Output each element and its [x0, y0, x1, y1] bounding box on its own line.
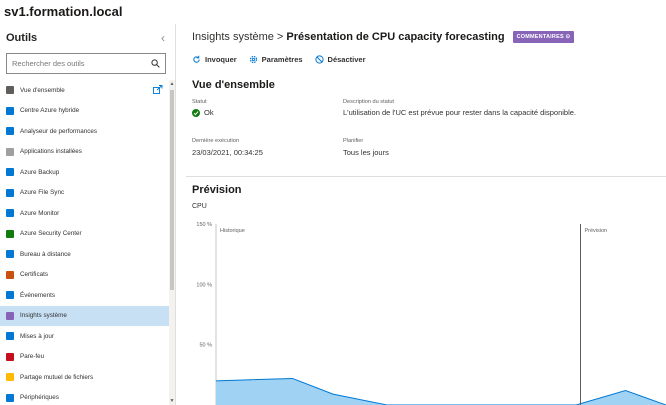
open-in-window-icon[interactable] — [153, 85, 163, 94]
sidebar-item[interactable]: Azure Monitor — [0, 203, 169, 224]
settings-label: Paramètres — [261, 55, 303, 64]
file-share-icon — [6, 373, 14, 382]
system-insights-icon — [6, 311, 14, 320]
tools-sidebar: Outils ‹ Vue d'ensemble Centre Azure hybr… — [0, 24, 176, 405]
sidebar-scrollbar[interactable]: ▲ ▼ — [169, 80, 175, 405]
sidebar-item-label: Azure Backup — [20, 168, 60, 176]
sidebar-item[interactable]: Partage mutuel de fichiers — [0, 367, 169, 388]
settings-button[interactable]: Paramètres — [249, 55, 303, 64]
forecast-subtitle: CPU — [192, 203, 207, 210]
chevron-left-icon[interactable]: ‹ — [157, 31, 169, 45]
sidebar-item[interactable]: Insights système — [0, 305, 169, 326]
remote-desktop-icon — [6, 250, 14, 259]
y-tick-label: 50 % — [199, 343, 212, 349]
block-icon — [314, 55, 324, 64]
invoke-button[interactable]: Invoquer — [192, 55, 237, 64]
sidebar-item-label: Bureau à distance — [20, 250, 71, 258]
breadcrumb: Insights système > Présentation de CPU c… — [192, 31, 575, 43]
schedule-value: Tous les jours — [343, 148, 389, 157]
sidebar-item[interactable]: Bureau à distance — [0, 244, 169, 265]
y-tick-label: 100 % — [196, 282, 212, 288]
tool-search-input[interactable] — [12, 59, 151, 68]
sidebar-item-label: Vue d'ensemble — [20, 86, 65, 94]
azure-file-sync-icon — [6, 188, 14, 197]
sidebar-header: Outils ‹ — [6, 30, 169, 46]
section-divider — [186, 176, 666, 177]
sidebar-item-label: Pare-feu — [20, 353, 45, 361]
search-icon[interactable] — [151, 59, 160, 68]
sidebar-item[interactable]: Certificats — [0, 265, 169, 286]
sidebar-item-label: Certificats — [20, 271, 48, 279]
sidebar-item-label: Applications installées — [20, 148, 82, 156]
schedule-label: Planifier — [343, 138, 364, 144]
gear-icon — [249, 55, 257, 64]
tool-search-box[interactable] — [6, 53, 166, 74]
breadcrumb-parent-link[interactable]: Insights système — [192, 31, 274, 43]
status-description-value: L'utilisation de l'UC est prévue pour re… — [343, 108, 576, 117]
breadcrumb-separator: > — [276, 31, 284, 43]
sidebar-item-label: Azure File Sync — [20, 189, 65, 197]
sidebar-item[interactable]: Applications installées — [0, 142, 169, 163]
sidebar-item-label: Événements — [20, 291, 56, 299]
main-content: Insights système > Présentation de CPU c… — [186, 24, 666, 405]
cpu-forecast-chart: 150 % 100 % 50 % Historique Prévision — [196, 222, 666, 405]
sidebar-item[interactable]: Centre Azure hybride — [0, 101, 169, 122]
overview-icon — [6, 86, 14, 95]
forecast-label: Prévision — [585, 228, 608, 234]
sidebar-title: Outils — [6, 32, 38, 44]
sidebar-item-label: Mises à jour — [20, 332, 54, 340]
last-run-label: Dernière exécution — [192, 138, 239, 144]
sidebar-item-label: Partage mutuel de fichiers — [20, 373, 94, 381]
updates-icon — [6, 332, 14, 341]
status-text: Ok — [204, 108, 214, 117]
scroll-thumb[interactable] — [170, 90, 174, 290]
cpu-area — [216, 378, 666, 405]
azure-monitor-icon — [6, 209, 14, 218]
sidebar-item[interactable]: Pare-feu — [0, 347, 169, 368]
certificate-icon — [6, 270, 14, 279]
sidebar-item-label: Centre Azure hybride — [20, 107, 80, 115]
disable-label: Désactiver — [327, 55, 366, 64]
sidebar-item-label: Azure Security Center — [20, 230, 82, 238]
sidebar-item[interactable]: Événements — [0, 285, 169, 306]
azure-hybrid-icon — [6, 106, 14, 115]
status-description-label: Description du statut — [343, 99, 394, 105]
security-center-icon — [6, 229, 14, 238]
sidebar-item-label: Azure Monitor — [20, 209, 60, 217]
azure-backup-icon — [6, 168, 14, 177]
breadcrumb-current: Présentation de CPU capacity forecasting — [286, 31, 505, 43]
sidebar-item[interactable]: Azure Backup — [0, 162, 169, 183]
sidebar-item[interactable]: Azure Security Center — [0, 224, 169, 245]
performance-icon — [6, 127, 14, 136]
feedback-badge[interactable]: COMMENTAIRES ⊙ — [512, 31, 575, 43]
sidebar-item-label: Analyseur de performances — [20, 127, 98, 135]
disable-button[interactable]: Désactiver — [314, 55, 366, 64]
events-icon — [6, 291, 14, 300]
history-label: Historique — [220, 228, 245, 234]
check-circle-icon — [192, 108, 200, 117]
refresh-icon — [193, 55, 200, 63]
status-value: Ok — [192, 108, 214, 117]
last-run-value: 23/03/2021, 00:34:25 — [192, 148, 263, 157]
sidebar-item[interactable]: Azure File Sync — [0, 183, 169, 204]
status-label: Statut — [192, 99, 207, 105]
sidebar-item[interactable]: Mises à jour — [0, 326, 169, 347]
sidebar-item-label: Périphériques — [20, 394, 59, 402]
sidebar-item[interactable]: Analyseur de performances — [0, 121, 169, 142]
devices-icon — [6, 393, 14, 402]
sidebar-item[interactable]: Périphériques — [0, 388, 169, 405]
scroll-down-arrow-icon[interactable]: ▼ — [169, 397, 175, 405]
sidebar-item-label: Insights système — [20, 312, 67, 320]
toolbar: Invoquer Paramètres Désactiver — [192, 55, 366, 64]
apps-icon — [6, 147, 14, 156]
invoke-label: Invoquer — [205, 55, 237, 64]
forecast-title: Prévision — [192, 184, 242, 196]
y-tick-label: 150 % — [196, 222, 212, 228]
tool-list: Vue d'ensemble Centre Azure hybride Analys… — [0, 80, 169, 405]
server-title: sv1.formation.local — [4, 4, 123, 19]
sidebar-item[interactable]: Vue d'ensemble — [0, 80, 169, 101]
overview-title: Vue d'ensemble — [192, 79, 275, 91]
scroll-up-arrow-icon[interactable]: ▲ — [169, 80, 175, 88]
firewall-icon — [6, 352, 14, 361]
